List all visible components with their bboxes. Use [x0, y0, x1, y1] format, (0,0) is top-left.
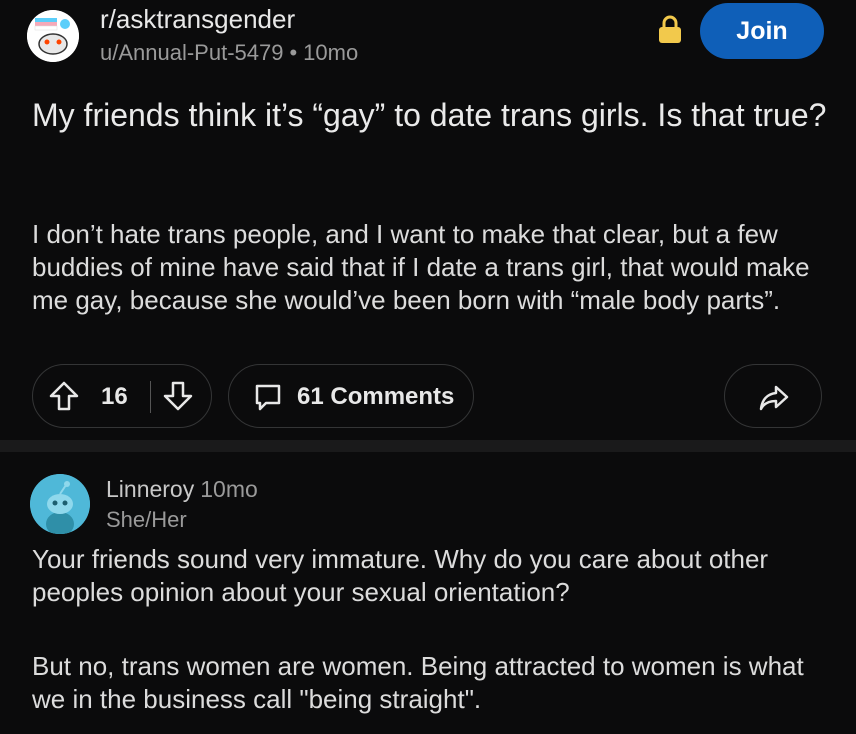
comment-age: 10mo: [200, 476, 258, 502]
comment-paragraph: Your friends sound very immature. Why do…: [32, 544, 769, 607]
upvote-icon[interactable]: [47, 379, 81, 413]
share-icon: [758, 381, 790, 413]
vote-score: 16: [101, 383, 128, 410]
post-age: 10mo: [303, 40, 359, 65]
post-author[interactable]: u/Annual-Put-5479: [100, 40, 283, 65]
downvote-icon[interactable]: [161, 379, 195, 413]
subreddit-name[interactable]: r/asktransgender: [100, 4, 295, 35]
post-meta: u/Annual-Put-5479 • 10mo: [100, 40, 358, 66]
section-divider: [0, 440, 856, 452]
comment-card: Linneroy 10mo She/Her Your friends sound …: [0, 452, 856, 734]
post-title: My friends think it’s “gay” to date tran…: [32, 97, 827, 133]
lock-icon: [656, 14, 684, 44]
join-button[interactable]: Join: [700, 3, 824, 59]
subreddit-avatar-icon[interactable]: [27, 10, 79, 62]
share-button[interactable]: [724, 364, 822, 428]
comment-author-line: Linneroy 10mo: [106, 476, 258, 503]
user-avatar-icon[interactable]: [30, 474, 90, 534]
comments-count-label: 61 Comments: [297, 383, 455, 410]
meta-separator: •: [289, 40, 298, 65]
comment-paragraph: But no, trans women are women. Being att…: [32, 651, 804, 714]
comments-button[interactable]: 61 Comments: [228, 364, 474, 428]
comment-username[interactable]: Linneroy: [106, 476, 194, 502]
post-body: I don’t hate trans people, and I want to…: [32, 219, 810, 315]
vote-control: 16: [32, 364, 212, 428]
post-card: r/asktransgender u/Annual-Put-5479 • 10mo …: [0, 0, 856, 440]
vote-divider: [150, 381, 151, 413]
comment-bubble-icon: [253, 382, 283, 412]
user-flair: She/Her: [106, 507, 187, 532]
